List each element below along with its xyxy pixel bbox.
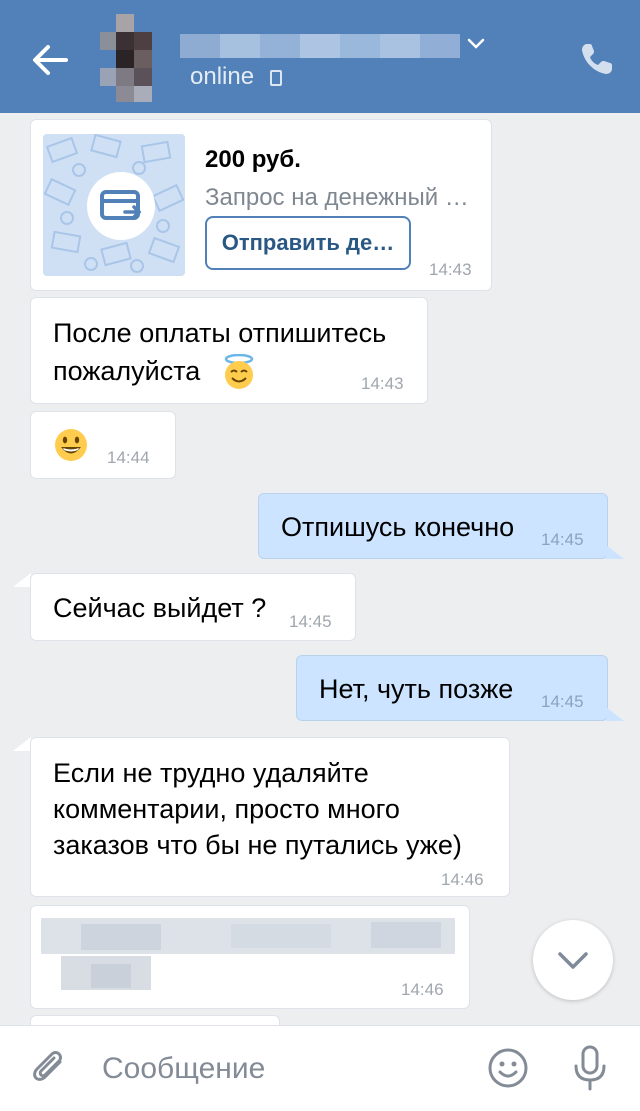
message-composer: Сообщение bbox=[0, 1025, 640, 1111]
message-text: Отпишусь конечно bbox=[281, 512, 515, 542]
message-time: 14:46 bbox=[441, 870, 484, 889]
mobile-device-icon bbox=[270, 70, 282, 86]
money-request-image bbox=[43, 134, 185, 276]
back-arrow-icon[interactable] bbox=[28, 40, 72, 80]
smiling-face-with-halo-icon bbox=[224, 354, 254, 389]
money-transfer-circle bbox=[87, 172, 155, 240]
money-request-subtitle: Запрос на денежный … bbox=[205, 184, 469, 211]
paperclip-icon[interactable] bbox=[30, 1048, 70, 1090]
message-text-line: После оплаты отпишитесь bbox=[53, 318, 387, 348]
message-text-line: Если не трудно удаляйте bbox=[53, 758, 369, 788]
bubble-tail bbox=[13, 573, 31, 587]
message-text-line: комментарии, просто много bbox=[53, 794, 400, 824]
scroll-to-bottom-button[interactable] bbox=[533, 920, 613, 1000]
chevron-down-icon[interactable] bbox=[466, 36, 486, 52]
outgoing-message[interactable]: Нет, чуть позже 14:45 bbox=[296, 655, 608, 721]
phone-call-icon[interactable] bbox=[578, 40, 616, 78]
incoming-message-partial[interactable] bbox=[30, 1015, 280, 1025]
incoming-message-blurred[interactable]: 14:46 bbox=[30, 905, 470, 1009]
message-text-line: заказов что бы не путались уже) bbox=[53, 830, 462, 860]
grinning-face-icon bbox=[55, 429, 87, 461]
send-money-button[interactable]: Отправить де… bbox=[205, 216, 411, 270]
message-time: 14:43 bbox=[429, 260, 472, 279]
message-time: 14:46 bbox=[401, 980, 444, 999]
message-time: 14:43 bbox=[361, 374, 404, 393]
chat-header: online bbox=[0, 0, 640, 113]
bubble-tail bbox=[13, 737, 31, 751]
blurred-text bbox=[81, 924, 161, 950]
message-time: 14:45 bbox=[289, 612, 332, 631]
bubble-tail bbox=[606, 545, 624, 559]
bubble-tail bbox=[606, 707, 624, 721]
message-text: Сейчас выйдет ? bbox=[53, 593, 267, 623]
outgoing-message[interactable]: Отпишусь конечно 14:45 bbox=[258, 493, 608, 559]
message-text: Нет, чуть позже bbox=[319, 674, 514, 704]
message-input[interactable]: Сообщение bbox=[102, 1052, 265, 1086]
incoming-message[interactable]: После оплаты отпишитесь пожалуйста 14:43 bbox=[30, 297, 428, 404]
blurred-text bbox=[91, 964, 131, 988]
card-transfer-icon bbox=[100, 190, 142, 220]
message-time: 14:44 bbox=[107, 448, 150, 467]
microphone-icon[interactable] bbox=[570, 1044, 610, 1092]
incoming-message[interactable]: 14:44 bbox=[30, 411, 176, 479]
online-status: online bbox=[190, 63, 255, 90]
contact-name-blurred[interactable] bbox=[180, 32, 460, 60]
message-time: 14:45 bbox=[541, 692, 584, 711]
message-list[interactable]: 200 руб. Запрос на денежный … Отправить … bbox=[0, 113, 640, 1025]
message-text-line: пожалуйста bbox=[53, 356, 201, 386]
blurred-text bbox=[371, 922, 441, 948]
emoji-smile-icon[interactable] bbox=[486, 1046, 530, 1090]
avatar[interactable] bbox=[100, 14, 164, 102]
money-amount: 200 руб. bbox=[205, 146, 301, 173]
message-time: 14:45 bbox=[541, 530, 584, 549]
incoming-message[interactable]: Сейчас выйдет ? 14:45 bbox=[30, 573, 356, 641]
blurred-text bbox=[231, 924, 331, 948]
chevron-down-icon bbox=[558, 952, 588, 969]
money-request-message[interactable]: 200 руб. Запрос на денежный … Отправить … bbox=[30, 119, 492, 291]
incoming-message[interactable]: Если не трудно удаляйте комментарии, про… bbox=[30, 737, 510, 897]
